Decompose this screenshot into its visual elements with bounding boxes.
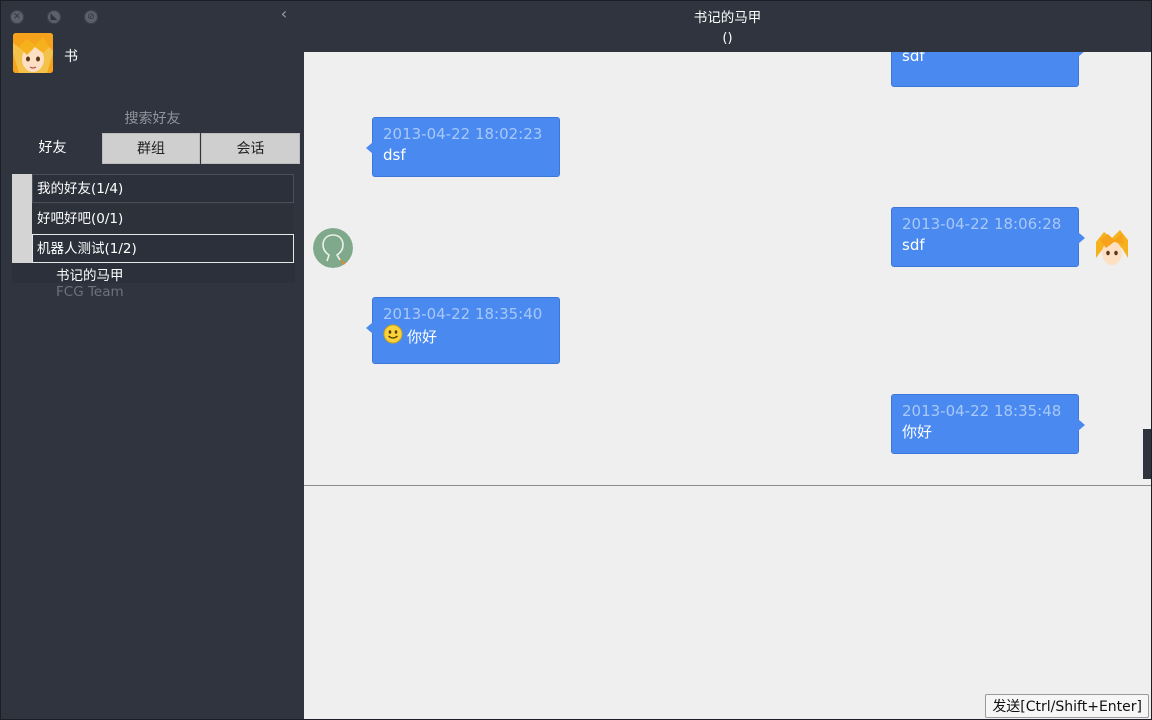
message-text: 你好 [407,328,438,346]
member-row-highlight [12,263,295,283]
sidebar: ✕ ◣ ⊘ ‹ 书 搜索好友 好友 群组 会话 我的好友(1/4) 好吧好吧(0… [2,2,303,719]
message-composer: 发送[Ctrl/Shift+Enter] [304,486,1152,719]
maximize-icon: ⊘ [87,12,95,22]
message-time: 2013-04-22 18:02:23 [383,125,543,143]
friend-item-online[interactable]: 书记的马甲 [56,264,124,284]
anime-avatar-icon [1092,228,1132,268]
tab-friends[interactable]: 好友 [4,133,101,164]
message-bubble-sent: 2013-04-22 18:06:28 sdf [891,207,1085,267]
message-text: 你好 [902,423,933,441]
message-bubble-received: 2013-04-22 18:02:23 dsf [366,117,560,177]
collapse-sidebar-button[interactable]: ‹ [276,5,292,23]
contact-avatar[interactable] [313,228,353,268]
message-bubble-sent: sdf [891,52,1085,87]
tree-indent-bar [12,174,32,263]
chat-subtitle: () [722,31,733,46]
sidebar-tabs: 好友 群组 会话 [4,133,300,164]
message-text: sdf [902,52,925,65]
message-time: 2013-04-22 18:35:40 [383,305,543,323]
message-bubble-received: 2013-04-22 18:35:40 你好 [366,297,560,364]
friend-group-robot-test[interactable]: 机器人测试(1/2) [32,234,294,263]
self-avatar[interactable] [1092,228,1132,268]
search-friends-field[interactable]: 搜索好友 [2,108,303,128]
chat-panel: 书记的马甲 () sdf 2013-04-22 18:02:23 dsf 201… [304,2,1152,719]
username: 书 [64,49,78,65]
message-time: 2013-04-22 18:06:28 [902,215,1062,233]
message-text: sdf [902,236,925,254]
friend-item-offline[interactable]: FCG Team [56,284,124,300]
chevron-left-icon: ‹ [280,4,288,23]
close-window-button[interactable]: ✕ [10,10,24,24]
message-text: dsf [383,146,406,164]
minimize-window-button[interactable]: ◣ [47,10,61,24]
chat-title: 书记的马甲 [693,10,762,26]
message-input[interactable] [304,486,1152,690]
default-user-icon [313,228,353,268]
minimize-icon: ◣ [50,12,58,22]
close-icon: ✕ [13,12,21,22]
anime-avatar-icon [13,33,53,73]
message-time: 2013-04-22 18:35:48 [902,402,1062,420]
send-button[interactable]: 发送[Ctrl/Shift+Enter] [985,694,1149,718]
message-list[interactable]: sdf 2013-04-22 18:02:23 dsf 2013-04-22 1… [304,52,1151,485]
app-window: ✕ ◣ ⊘ ‹ 书 搜索好友 好友 群组 会话 我的好友(1/4) 好吧好吧(0… [0,0,1152,720]
friend-group-my-friends[interactable]: 我的好友(1/4) [32,174,294,203]
message-scrollbar-thumb[interactable] [1143,429,1151,479]
smiley-icon [383,324,403,344]
tab-groups[interactable]: 群组 [102,133,200,164]
tab-conversations[interactable]: 会话 [201,133,300,164]
chat-header: 书记的马甲 () [304,2,1151,52]
friend-group-haoba[interactable]: 好吧好吧(0/1) [32,204,294,233]
maximize-window-button[interactable]: ⊘ [84,10,98,24]
user-avatar[interactable] [13,33,53,73]
message-bubble-sent: 2013-04-22 18:35:48 你好 [891,394,1085,454]
